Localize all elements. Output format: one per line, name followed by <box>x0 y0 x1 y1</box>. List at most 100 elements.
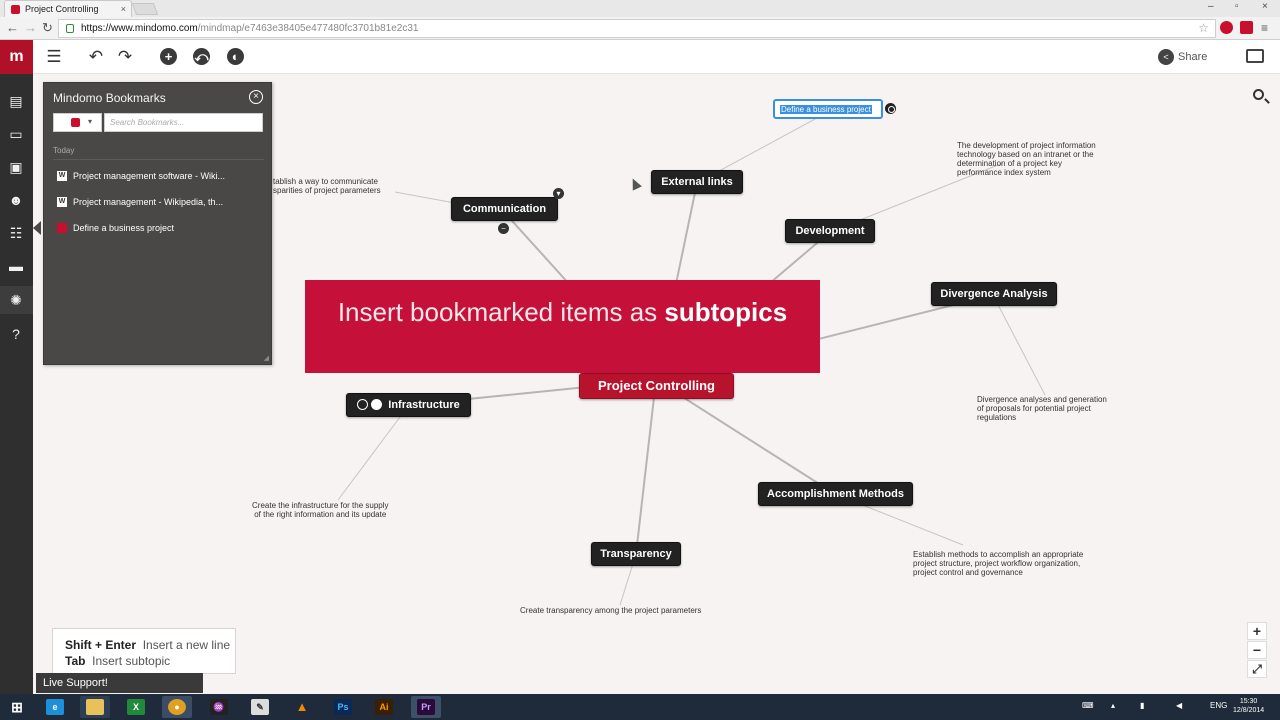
note-line: Create transparency among the project pa… <box>520 606 702 615</box>
wikipedia-icon: W <box>57 171 67 181</box>
explorer-icon[interactable] <box>80 696 110 718</box>
central-topic[interactable]: Project Controlling <box>579 373 734 399</box>
windows-start-icon[interactable]: ⊞ <box>2 696 32 718</box>
network-icon[interactable]: ▮ <box>1140 701 1144 710</box>
note-line: of proposals for potential project <box>977 404 1091 413</box>
topic-communication[interactable]: Communication <box>451 197 558 221</box>
redo-icon[interactable]: ↷ <box>114 46 136 68</box>
divergence-note[interactable]: Divergence analyses and generation of pr… <box>977 395 1107 422</box>
lock-icon <box>66 24 74 33</box>
new-tab-button[interactable] <box>131 3 159 15</box>
bookmark-item[interactable]: W Project management - Wikipedia, th... <box>53 194 265 210</box>
hint-desc: Insert a new line <box>142 638 231 652</box>
ie-icon[interactable]: e <box>40 696 70 718</box>
photoshop-icon[interactable]: Ps <box>328 696 358 718</box>
menu-icon[interactable]: ☰ <box>43 46 65 68</box>
comments-icon[interactable]: ▬ <box>7 257 25 275</box>
mouse-cursor-icon <box>628 176 642 191</box>
mindomo-logo[interactable]: m <box>0 40 33 74</box>
theme-icon[interactable]: ◐ <box>227 48 244 65</box>
resize-handle-icon[interactable]: ◢ <box>264 354 269 362</box>
communication-note[interactable]: tablish a way to communicate sparities o… <box>273 177 381 195</box>
fit-to-screen-button[interactable]: ⤢ <box>1247 660 1267 678</box>
transparency-note[interactable]: Create transparency among the project pa… <box>520 606 701 615</box>
share-button[interactable]: < Share <box>1158 49 1207 65</box>
opera-extension-icon[interactable] <box>1220 21 1233 34</box>
hint-key: Tab <box>65 654 86 668</box>
tray-arrow-icon[interactable]: ▴ <box>1111 701 1115 710</box>
topic-infrastructure[interactable]: Infrastructure <box>346 393 471 417</box>
outline-icon[interactable]: ▤ <box>7 92 25 110</box>
maximize-icon[interactable]: ▫ <box>1235 1 1239 12</box>
address-bar[interactable]: https://www.mindomo.com/mindmap/e7463e38… <box>58 19 1216 38</box>
link-globe-icon[interactable] <box>885 103 896 114</box>
os-taskbar: ⊞ e X ● ♒ ✎ ▲ Ps Ai Pr ⌨ ▴ ▮ ◀ ENG 15:30… <box>0 694 1280 720</box>
topic-accomplishment-methods[interactable]: Accomplishment Methods <box>758 482 913 506</box>
selected-subtopic[interactable]: Define a business project <box>773 99 883 119</box>
language-indicator[interactable]: ENG <box>1210 701 1227 710</box>
help-icon[interactable]: ? <box>7 325 25 343</box>
emoticon-icon[interactable]: ☻ <box>7 191 25 209</box>
bookmark-label: Define a business project <box>73 223 175 233</box>
presentation-icon[interactable] <box>1246 49 1264 63</box>
topic-infrastructure-label: Infrastructure <box>388 399 460 411</box>
chevron-down-icon: ▾ <box>88 117 93 126</box>
development-note[interactable]: The development of project information t… <box>957 141 1096 177</box>
bookmarks-bulb-icon[interactable]: ✺ <box>7 291 25 309</box>
topic-transparency[interactable]: Transparency <box>591 542 681 566</box>
vlc-icon[interactable]: ▲ <box>287 696 317 718</box>
bookmarks-search-input[interactable] <box>104 113 263 132</box>
clock-date: 12/8/2014 <box>1233 707 1265 714</box>
notepad-icon[interactable]: ✎ <box>245 696 275 718</box>
search-icon[interactable] <box>1253 89 1264 100</box>
slides-icon[interactable]: ▭ <box>7 125 25 143</box>
sound-app-icon[interactable]: ♒ <box>204 696 234 718</box>
bookmark-item[interactable]: W Project management software - Wiki... <box>53 168 265 184</box>
volume-icon[interactable]: ◀ <box>1176 701 1182 710</box>
bookmark-source-select[interactable]: ▾ <box>53 113 102 132</box>
premiere-icon[interactable]: Pr <box>411 696 441 718</box>
hint-desc: Insert subtopic <box>92 654 171 668</box>
infrastructure-note[interactable]: Create the infrastructure for the supply… <box>252 501 389 519</box>
zoom-out-button[interactable]: − <box>1247 641 1267 659</box>
topic-external-links[interactable]: External links <box>651 170 743 194</box>
task-check-icon <box>371 398 383 410</box>
browser-tabbar: Project Controlling × – ▫ × <box>0 0 1280 17</box>
note-line: The development of project information <box>957 141 1096 150</box>
tab-close-icon[interactable]: × <box>121 1 126 17</box>
wikipedia-icon: W <box>57 197 67 207</box>
note-line: sparities of project parameters <box>273 186 381 195</box>
minimize-icon[interactable]: – <box>1208 1 1214 12</box>
hint-line: Tab Insert subtopic <box>65 653 235 669</box>
dropdown-badge-icon[interactable]: ▾ <box>553 188 564 199</box>
hint-line: Shift + Enter Insert a new line <box>65 637 235 653</box>
relationship-icon[interactable]: ⤺ <box>193 48 210 65</box>
live-support-button[interactable]: Live Support! <box>36 673 203 693</box>
topic-divergence-analysis[interactable]: Divergence Analysis <box>931 282 1057 306</box>
zoom-in-button[interactable]: + <box>1247 622 1267 640</box>
reload-icon[interactable]: ↻ <box>42 20 53 36</box>
collapse-minus-icon[interactable]: − <box>498 223 509 234</box>
image-icon[interactable]: ▣ <box>7 158 25 176</box>
browser-menu-icon[interactable]: ≡ <box>1261 21 1268 35</box>
undo-icon[interactable]: ↶ <box>85 46 107 68</box>
forward-arrow-icon[interactable]: → <box>24 20 37 35</box>
accomplishment-note[interactable]: Establish methods to accomplish an appro… <box>913 550 1083 577</box>
bookmark-item[interactable]: Define a business project <box>53 220 265 236</box>
illustrator-icon[interactable]: Ai <box>369 696 399 718</box>
note-line: determination of a project key <box>957 159 1062 168</box>
system-clock[interactable]: 15:30 12/8/2014 <box>1233 697 1264 715</box>
tasks-icon[interactable]: ☷ <box>7 224 25 242</box>
window-close-icon[interactable]: × <box>1262 1 1268 12</box>
browser-tab[interactable]: Project Controlling × <box>4 0 132 17</box>
topic-development[interactable]: Development <box>785 219 875 243</box>
mindomo-extension-icon[interactable] <box>1240 21 1253 34</box>
chrome-icon[interactable]: ● <box>162 696 192 718</box>
back-arrow-icon[interactable]: ← <box>6 20 19 35</box>
note-line: performance index system <box>957 168 1051 177</box>
add-topic-icon[interactable]: + <box>160 48 177 65</box>
bookmark-star-icon[interactable]: ☆ <box>1198 20 1209 37</box>
close-icon[interactable]: × <box>249 90 263 104</box>
keyboard-icon[interactable]: ⌨ <box>1082 701 1094 710</box>
excel-icon[interactable]: X <box>121 696 151 718</box>
